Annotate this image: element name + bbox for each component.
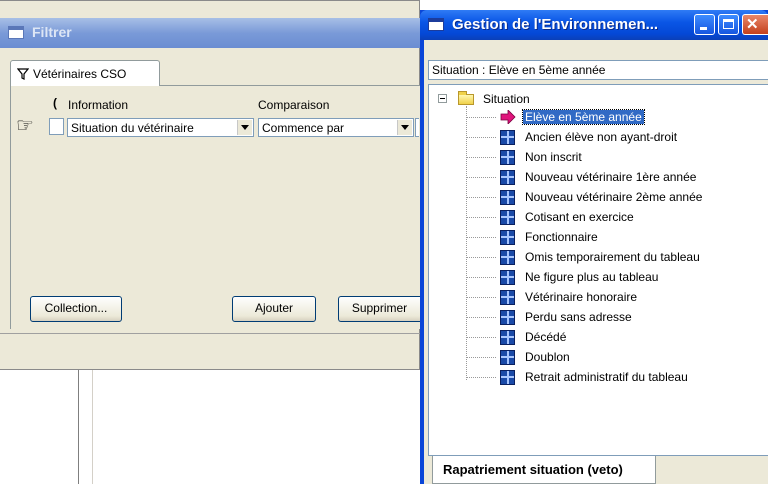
chevron-down-icon[interactable] (237, 120, 252, 135)
tree-connector (466, 217, 496, 218)
tab-veterinaires-cso[interactable]: Vétérinaires CSO (10, 60, 160, 86)
status-grid-icon (500, 310, 515, 325)
tree-connector (466, 177, 496, 178)
tree-item-label: Nouveau vétérinaire 1ère année (525, 170, 697, 184)
filter-titlebar[interactable]: Filtrer (0, 18, 420, 48)
tree-item-label: Décédé (525, 330, 567, 344)
tree-item-label: Omis temporairement du tableau (525, 250, 700, 264)
tree-item-label: Ancien élève non ayant-droit (525, 130, 678, 144)
tree-item[interactable]: Perdu sans adresse (466, 308, 766, 328)
close-button[interactable] (742, 14, 768, 35)
status-grid-icon (500, 250, 515, 265)
paren-checkbox[interactable] (49, 118, 64, 135)
tree-item[interactable]: Elève en 5ème année (466, 108, 766, 128)
minimize-button[interactable] (694, 14, 715, 35)
tree-connector (466, 377, 496, 378)
status-grid-icon (500, 270, 515, 285)
tree-item-label: Retrait administratif du tableau (525, 370, 688, 384)
status-grid-icon (500, 330, 515, 345)
tree-item-label: Vétérinaire honoraire (525, 290, 638, 304)
tree-item-label: Doublon (525, 350, 570, 364)
status-grid-icon (500, 130, 515, 145)
window-icon (428, 18, 444, 31)
tree-connector (466, 277, 496, 278)
status-grid-icon (500, 370, 515, 385)
status-grid-icon (500, 230, 515, 245)
tree-connector (466, 297, 496, 298)
pointing-hand-icon: ☞ (16, 115, 34, 137)
tab-label: Vétérinaires CSO (33, 67, 127, 81)
tree-item-label: Perdu sans adresse (525, 310, 632, 324)
comparison-value: Commence par (262, 121, 345, 135)
status-grid-icon (500, 290, 515, 305)
comparison-header: Comparaison (258, 98, 330, 112)
paren-header: ( (53, 96, 57, 110)
tree-connector (466, 257, 496, 258)
tree-root-situation[interactable]: Situation (483, 92, 530, 106)
collection-button[interactable]: Collection... (30, 296, 122, 322)
gestion-title: Gestion de l'Environnemen... (452, 16, 659, 33)
tree-item-label: Cotisant en exercice (525, 210, 634, 224)
tree-item[interactable]: Ancien élève non ayant-droit (466, 128, 766, 148)
tree-item[interactable]: Omis temporairement du tableau (466, 248, 766, 268)
information-select[interactable]: Situation du vétérinaire (67, 118, 254, 137)
supprimer-button[interactable]: Supprimer (338, 296, 420, 322)
information-value: Situation du vétérinaire (71, 121, 194, 135)
tree-item[interactable]: Fonctionnaire (466, 228, 766, 248)
status-grid-icon (500, 350, 515, 365)
window-icon (8, 26, 24, 39)
tree-item[interactable]: Ne figure plus au tableau (466, 268, 766, 288)
status-grid-icon (500, 190, 515, 205)
funnel-icon (16, 68, 30, 83)
information-header: Information (68, 98, 129, 112)
filter-title: Filtrer (32, 24, 72, 40)
maximize-button[interactable] (718, 14, 739, 35)
situation-label: Situation : Elève en 5ème année (432, 63, 606, 77)
tree-connector (466, 237, 496, 238)
arrow-right-icon (500, 110, 516, 124)
tree-item[interactable]: Décédé (466, 328, 766, 348)
tree-item[interactable]: Vétérinaire honoraire (466, 288, 766, 308)
tree-connector (466, 317, 496, 318)
tree-item-label: Elève en 5ème année (522, 109, 645, 125)
tree-item[interactable]: Retrait administratif du tableau (466, 368, 766, 388)
tree-connector (466, 117, 496, 118)
tree-connector (466, 197, 496, 198)
tree-item-label: Nouveau vétérinaire 2ème année (525, 190, 703, 204)
comparison-select[interactable]: Commence par (258, 118, 414, 137)
status-bar-divider (0, 333, 420, 334)
status-grid-icon (500, 170, 515, 185)
tree-item[interactable]: Doublon (466, 348, 766, 368)
tree-item-label: Fonctionnaire (525, 230, 598, 244)
status-grid-icon (500, 210, 515, 225)
situation-field: Situation : Elève en 5ème année (428, 60, 768, 80)
tree-item[interactable]: Nouveau vétérinaire 1ère année (466, 168, 766, 188)
tree-connector (466, 137, 496, 138)
status-grid-icon (500, 150, 515, 165)
tree-connector (466, 157, 496, 158)
tree-item-label: Ne figure plus au tableau (525, 270, 659, 284)
tab-label: Rapatriement situation (veto) (443, 462, 623, 477)
value-field-edge[interactable] (415, 118, 419, 137)
tree-item[interactable]: Cotisant en exercice (466, 208, 766, 228)
ajouter-button[interactable]: Ajouter (232, 296, 316, 322)
folder-icon (458, 91, 474, 105)
tree-item-label: Non inscrit (525, 150, 582, 164)
tab-rapatriement-situation[interactable]: Rapatriement situation (veto) (432, 456, 656, 484)
tree-connector (466, 337, 496, 338)
tree-item[interactable]: Non inscrit (466, 148, 766, 168)
collapse-toggle-icon[interactable] (438, 94, 447, 103)
gestion-titlebar[interactable]: Gestion de l'Environnemen... (420, 10, 768, 40)
tree-item[interactable]: Nouveau vétérinaire 2ème année (466, 188, 766, 208)
chevron-down-icon[interactable] (397, 120, 412, 135)
tree-connector (466, 357, 496, 358)
